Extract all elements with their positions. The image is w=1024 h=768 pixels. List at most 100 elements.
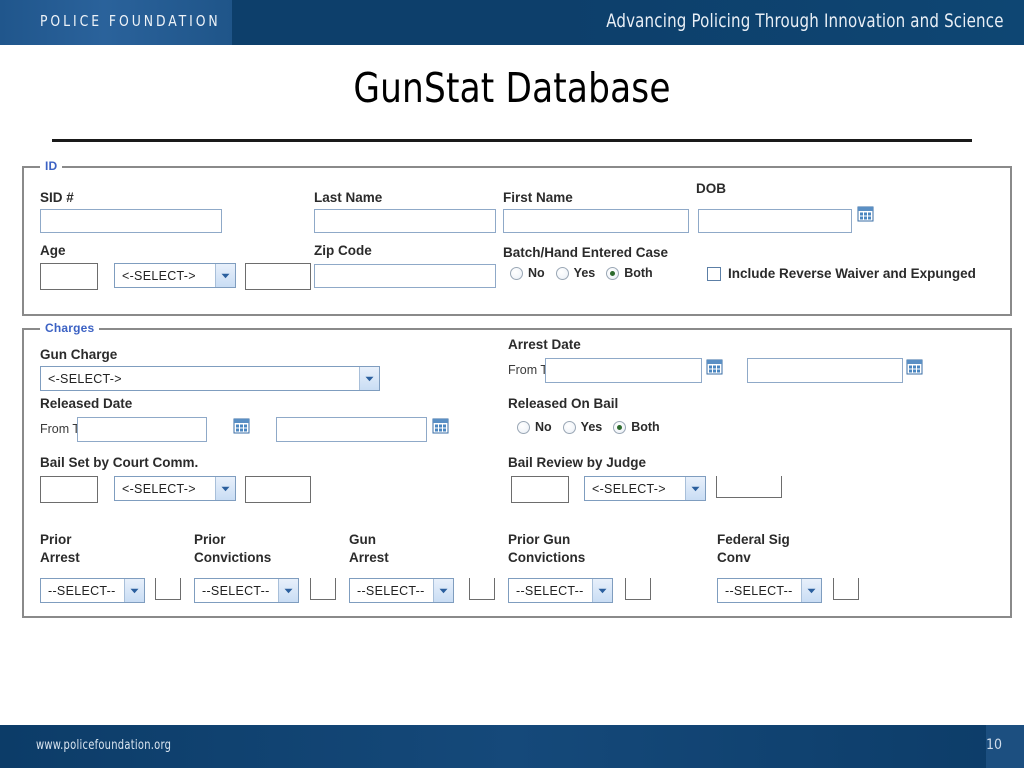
bail-court-select[interactable]: <-SELECT->: [114, 476, 236, 501]
bail-radio-both[interactable]: Both: [613, 420, 660, 434]
counter-0-label-line2: Arrest: [40, 550, 80, 565]
calendar-icon[interactable]: [906, 358, 923, 375]
dob-label: DOB: [696, 181, 726, 196]
counter-0-box[interactable]: [155, 578, 181, 600]
released-date-to-input[interactable]: [276, 417, 427, 442]
batch-radio-no[interactable]: No: [510, 266, 545, 280]
bail-radio-yes[interactable]: Yes: [562, 420, 603, 434]
released-on-bail-radio-group[interactable]: No Yes Both: [517, 420, 671, 434]
arrest-date-to-input[interactable]: [747, 358, 903, 383]
counter-4-select-value: --SELECT--: [725, 583, 793, 598]
page-header: POLICE FOUNDATION Advancing Policing Thr…: [0, 0, 1024, 45]
released-date-from-label: From T: [40, 422, 81, 436]
footer-page-number: 10: [985, 737, 1002, 753]
id-fieldset-legend: ID: [40, 159, 63, 173]
id-fieldset: ID SID # Last Name First Name DOB Age <-…: [22, 159, 1012, 316]
gun-charge-select[interactable]: <-SELECT->: [40, 366, 380, 391]
bail-court-label: Bail Set by Court Comm.: [40, 455, 199, 470]
bail-radio-no-label: No: [535, 420, 552, 434]
bail-judge-amount-input[interactable]: [511, 476, 569, 503]
counter-3-box[interactable]: [625, 578, 651, 600]
counter-1-select[interactable]: --SELECT--: [194, 578, 299, 603]
counter-3-label-line2: Convictions: [508, 550, 586, 565]
chevron-down-icon[interactable]: [592, 579, 612, 602]
calendar-icon[interactable]: [706, 358, 723, 375]
counter-4-label-line1: Federal Sig: [717, 532, 790, 547]
page-title: GunStat Database: [353, 64, 671, 112]
chevron-down-icon[interactable]: [801, 579, 821, 602]
bail-radio-no[interactable]: No: [517, 420, 552, 434]
calendar-icon[interactable]: [432, 417, 449, 434]
bail-judge-select-value: <-SELECT->: [592, 481, 666, 496]
age-second-input[interactable]: [245, 263, 311, 290]
batch-hand-radio-group[interactable]: No Yes Both: [510, 266, 664, 280]
include-reverse-waiver-checkbox[interactable]: Include Reverse Waiver and Expunged: [707, 266, 976, 281]
gunstat-form: ID SID # Last Name First Name DOB Age <-…: [0, 150, 1024, 640]
radio-circle-icon[interactable]: [562, 420, 576, 434]
bail-radio-yes-label: Yes: [580, 420, 603, 434]
bail-radio-both-label: Both: [631, 420, 660, 434]
checkbox-icon[interactable]: [707, 266, 721, 281]
arrest-date-from-label: From T: [508, 363, 549, 377]
calendar-icon[interactable]: [857, 205, 874, 222]
counter-0-select[interactable]: --SELECT--: [40, 578, 145, 603]
counter-1-select-value: --SELECT--: [202, 583, 270, 598]
released-date-label: Released Date: [40, 396, 133, 411]
radio-circle-icon[interactable]: [517, 420, 530, 434]
radio-circle-selected-icon[interactable]: [606, 266, 620, 280]
age-select[interactable]: <-SELECT->: [114, 263, 236, 288]
sid-input[interactable]: [40, 209, 222, 233]
calendar-icon[interactable]: [233, 417, 250, 434]
chevron-down-icon[interactable]: [278, 579, 298, 602]
counter-2-label-line1: Gun: [349, 532, 376, 547]
chevron-down-icon[interactable]: [685, 477, 705, 500]
counter-3-select-value: --SELECT--: [516, 583, 584, 598]
charges-fieldset: Charges Gun Charge <-SELECT-> Arrest Dat…: [22, 321, 1012, 618]
counter-2-select-value: --SELECT--: [357, 583, 425, 598]
counter-3-label-line1: Prior Gun: [508, 532, 571, 547]
last-name-label: Last Name: [314, 190, 383, 205]
bail-court-second-input[interactable]: [245, 476, 311, 503]
radio-circle-icon[interactable]: [510, 266, 523, 280]
dob-input[interactable]: [698, 209, 852, 233]
batch-hand-label: Batch/Hand Entered Case: [503, 245, 669, 260]
counter-2-box[interactable]: [469, 578, 495, 600]
released-on-bail-label: Released On Bail: [508, 396, 619, 411]
counter-1-label-line1: Prior: [194, 532, 226, 547]
chevron-down-icon[interactable]: [359, 367, 379, 390]
batch-radio-both[interactable]: Both: [606, 266, 653, 280]
chevron-down-icon[interactable]: [433, 579, 453, 602]
counter-2-select[interactable]: --SELECT--: [349, 578, 454, 603]
batch-radio-no-label: No: [528, 266, 545, 280]
bail-judge-label: Bail Review by Judge: [508, 455, 647, 470]
age-input[interactable]: [40, 263, 98, 290]
arrest-date-label: Arrest Date: [508, 337, 581, 352]
age-select-value: <-SELECT->: [122, 268, 196, 283]
batch-radio-yes-label: Yes: [573, 266, 596, 280]
footer-url[interactable]: www.policefoundation.org: [36, 738, 171, 753]
radio-circle-icon[interactable]: [555, 266, 569, 280]
sid-label: SID #: [40, 190, 74, 205]
batch-radio-yes[interactable]: Yes: [555, 266, 596, 280]
zip-code-label: Zip Code: [314, 243, 372, 258]
bail-judge-second-input[interactable]: [716, 476, 782, 498]
chevron-down-icon[interactable]: [215, 477, 235, 500]
zip-code-input[interactable]: [314, 264, 496, 288]
first-name-input[interactable]: [503, 209, 689, 233]
bail-court-amount-input[interactable]: [40, 476, 98, 503]
batch-radio-both-label: Both: [624, 266, 653, 280]
chevron-down-icon[interactable]: [215, 264, 235, 287]
brand-logo-text: POLICE FOUNDATION: [40, 12, 221, 30]
counter-0-select-value: --SELECT--: [48, 583, 116, 598]
radio-circle-selected-icon[interactable]: [613, 420, 627, 434]
counter-4-box[interactable]: [833, 578, 859, 600]
chevron-down-icon[interactable]: [124, 579, 144, 602]
released-date-from-input[interactable]: [77, 417, 207, 442]
arrest-date-from-input[interactable]: [545, 358, 702, 383]
bail-judge-select[interactable]: <-SELECT->: [584, 476, 706, 501]
counter-1-box[interactable]: [310, 578, 336, 600]
counter-3-select[interactable]: --SELECT--: [508, 578, 613, 603]
charges-fieldset-legend: Charges: [40, 321, 100, 335]
counter-4-select[interactable]: --SELECT--: [717, 578, 822, 603]
last-name-input[interactable]: [314, 209, 496, 233]
